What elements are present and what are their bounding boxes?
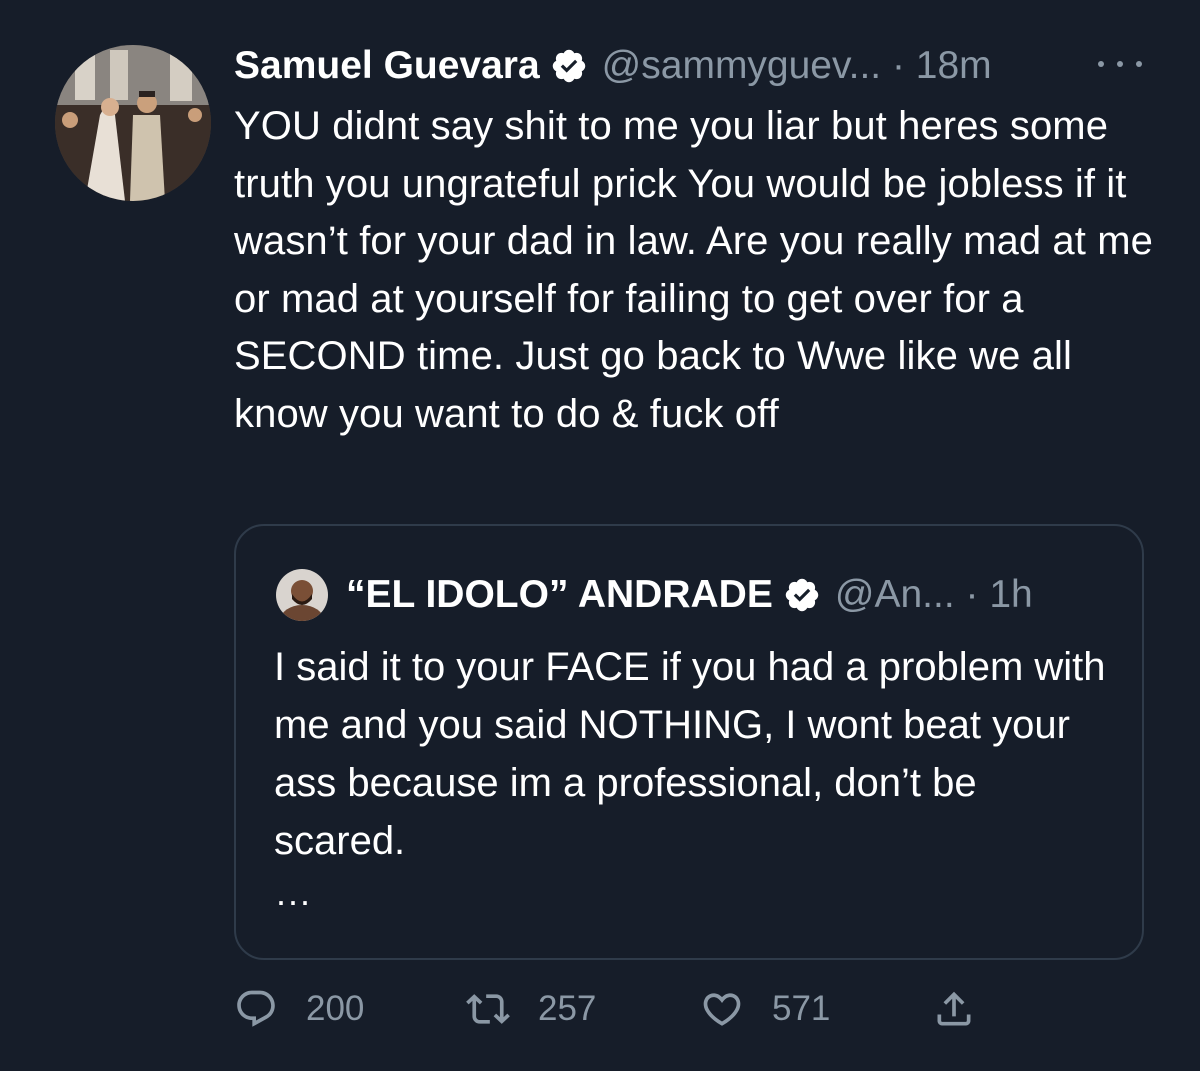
retweet-button[interactable]: 257 [466,982,596,1036]
reply-icon [237,990,275,1027]
quoted-tweet-truncation: ... [276,872,313,913]
like-button[interactable]: 571 [700,982,830,1036]
quoted-handle-and-time: @An... · 1h [834,573,1033,616]
reply-button[interactable]: 200 [234,982,364,1036]
share-icon [937,991,971,1026]
retweet-count: 257 [538,989,597,1028]
author-name[interactable]: Samuel Guevara [234,44,540,88]
quoted-tweet-header: “EL IDOLO” ANDRADE @An... · 1h [276,569,1033,621]
verified-badge-icon [550,47,588,85]
quoted-author-name: “EL IDOLO” ANDRADE [346,573,773,616]
retweet-icon [466,994,510,1024]
verified-badge-icon [783,576,821,614]
handle-and-time[interactable]: @sammyguev... · 18m [602,44,992,88]
tweet-text: YOU didnt say shit to me you liar but he… [234,104,1153,436]
share-button[interactable] [932,982,976,1036]
like-icon [703,993,741,1026]
more-icon[interactable] [1098,52,1142,76]
quoted-author-avatar [276,569,328,621]
quoted-tweet[interactable]: “EL IDOLO” ANDRADE @An... · 1h I said it… [234,524,1144,960]
tweet-header: Samuel Guevara @sammyguev... · 18m [234,40,992,92]
action-bar: 200 257 571 [234,982,994,1036]
reply-count: 200 [306,989,365,1028]
quoted-tweet-text: I said it to your FACE if you had a prob… [274,645,1106,863]
like-count: 571 [772,989,831,1028]
author-avatar[interactable] [55,45,211,201]
